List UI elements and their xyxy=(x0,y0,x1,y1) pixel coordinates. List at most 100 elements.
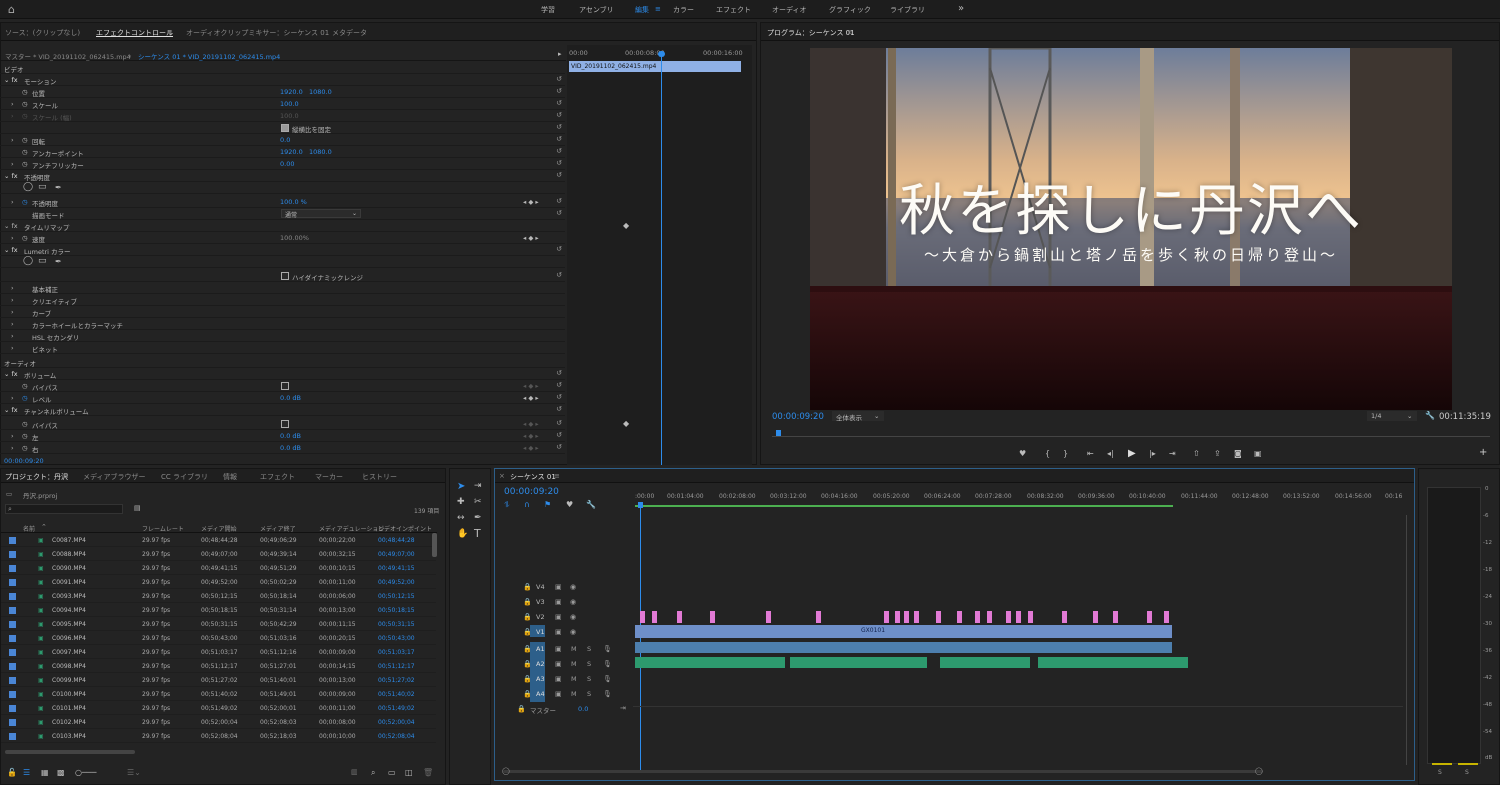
panel-menu-icon[interactable]: ≡ xyxy=(167,28,173,36)
more-workspaces-icon[interactable]: » xyxy=(958,3,964,14)
tab-markers[interactable]: マーカー xyxy=(315,472,343,482)
lumetri-section[interactable]: › カラーホイールとカラーマッチ xyxy=(0,318,565,330)
solo-right-button[interactable]: S xyxy=(1465,769,1469,776)
stopwatch-icon[interactable]: ◷ xyxy=(22,160,28,168)
lumetri-section[interactable]: › HSL セカンダリ xyxy=(0,330,565,342)
sync-lock-icon[interactable]: ▣ xyxy=(555,645,562,653)
freeform-view-icon[interactable]: ▩ xyxy=(57,768,65,777)
wrench-icon[interactable]: 🔧 xyxy=(1425,411,1435,420)
comparison-view-icon[interactable]: ▣ xyxy=(1254,449,1262,458)
cell-in-point[interactable]: 00;50;31;15 xyxy=(378,621,415,628)
close-icon[interactable]: × xyxy=(499,472,505,480)
pen-mask-icon[interactable]: ✒ xyxy=(55,183,62,192)
ripple-edit-tool-icon[interactable]: ✚ xyxy=(457,497,465,507)
reset-icon[interactable]: ↺ xyxy=(556,147,562,155)
reset-icon[interactable]: ↺ xyxy=(556,443,562,451)
tab-audio-clip-mixer[interactable]: オーディオクリップミキサー：シーケンス 01 xyxy=(186,28,329,38)
mute-button[interactable]: M xyxy=(571,690,577,698)
table-row[interactable]: ▣ C0103.MP4 29.97 fps 00;52;08;04 00;52;18;0… xyxy=(1,730,436,743)
reset-icon[interactable]: ↺ xyxy=(556,197,562,205)
cell-in-point[interactable]: 00;51;12;17 xyxy=(378,663,415,670)
sync-lock-icon[interactable]: ▣ xyxy=(555,675,562,683)
effect-lumetri[interactable]: ⌄ fx Lumetri カラー ↺ xyxy=(0,244,565,256)
param-opacity[interactable]: › ◷ 不透明度 100.0 % ◂ ◆ ▸ ↺ xyxy=(0,196,565,208)
program-title[interactable]: プログラム：シーケンス 01 xyxy=(767,28,855,38)
label-color-swatch[interactable] xyxy=(9,691,16,698)
sync-lock-icon[interactable]: ▣ xyxy=(555,598,562,606)
lock-icon[interactable]: 🔒 xyxy=(523,690,532,698)
graphic-clip[interactable] xyxy=(1147,611,1152,623)
param-bypass[interactable]: ◷ バイパス ◂ ◆ ▸ ↺ xyxy=(0,380,565,392)
graphic-clip[interactable] xyxy=(1164,611,1169,623)
new-item-icon[interactable]: ◫ xyxy=(405,768,413,777)
stopwatch-icon[interactable]: ◷ xyxy=(22,198,28,206)
cell-in-point[interactable]: 00;52;00;04 xyxy=(378,719,415,726)
tab-metadata[interactable]: メタデータ xyxy=(332,28,367,38)
reset-icon[interactable]: ↺ xyxy=(556,245,562,253)
reset-icon[interactable]: ↺ xyxy=(556,135,562,143)
graphic-clip[interactable] xyxy=(1062,611,1067,623)
graphic-clip[interactable] xyxy=(1016,611,1021,623)
table-row[interactable]: ▣ C0099.MP4 29.97 fps 00;51;27;02 00;51;40;0… xyxy=(1,674,436,687)
work-area-bar[interactable] xyxy=(635,505,1173,507)
play-icon[interactable]: ▶ xyxy=(1128,448,1136,459)
graphic-clip[interactable] xyxy=(640,611,645,623)
reset-icon[interactable]: ↺ xyxy=(556,87,562,95)
playhead[interactable] xyxy=(661,53,662,465)
sequence-clip-label[interactable]: シーケンス 01 * VID_20191102_062415.mp4 xyxy=(138,51,280,61)
cell-in-point[interactable]: 00;50;18;15 xyxy=(378,607,415,614)
timeline-current-time[interactable]: 00:00:09:20 xyxy=(504,487,559,497)
mic-icon[interactable]: 🎙 xyxy=(603,675,612,683)
param-speed[interactable]: › ◷ 速度 100.00% ◂ ◆ ▸ xyxy=(0,232,565,244)
track-select-tool-icon[interactable]: ⇥ xyxy=(474,481,482,491)
hdr-checkbox[interactable] xyxy=(281,272,289,280)
label-color-swatch[interactable] xyxy=(9,579,16,586)
uniform-scale-checkbox[interactable] xyxy=(281,124,289,132)
label-color-swatch[interactable] xyxy=(9,565,16,572)
workspace-tab-edit[interactable]: 編集 xyxy=(635,5,649,15)
export-frame-icon[interactable]: ◙ xyxy=(1234,449,1242,458)
slip-tool-icon[interactable]: ↔ xyxy=(457,513,465,523)
param-hdr[interactable]: ハイダイナミックレンジ ↺ xyxy=(0,270,565,282)
mini-timeline[interactable]: 00:00 00:00:08:00 00:00:16:00 VID_201911… xyxy=(567,45,752,465)
lumetri-section[interactable]: › カーブ xyxy=(0,306,565,318)
sync-lock-icon[interactable]: ▣ xyxy=(555,690,562,698)
effect-time-remap[interactable]: ⌄ fx タイムリマップ xyxy=(0,220,565,232)
rectangle-mask-icon[interactable]: ▭ xyxy=(38,256,47,266)
list-view-icon[interactable]: ☰ xyxy=(23,768,30,777)
tab-effects[interactable]: エフェクト xyxy=(260,472,295,482)
reset-icon[interactable]: ↺ xyxy=(556,123,562,131)
workspace-tab-learn[interactable]: 学習 xyxy=(541,5,555,15)
label-color-swatch[interactable] xyxy=(9,733,16,740)
cell-in-point[interactable]: 00;49;07;00 xyxy=(378,551,415,558)
mic-icon[interactable]: 🎙 xyxy=(603,645,612,653)
anchor-x-value[interactable]: 1920.0 xyxy=(280,148,303,156)
label-color-swatch[interactable] xyxy=(9,593,16,600)
track-label-a2[interactable]: A2 xyxy=(536,660,545,668)
reset-icon[interactable]: ↺ xyxy=(556,405,562,413)
linked-selection-icon[interactable]: ⚑ xyxy=(544,500,551,509)
panel-menu-icon[interactable]: ≡ xyxy=(847,28,853,36)
audio-clip-a2[interactable] xyxy=(1038,657,1188,668)
stopwatch-icon[interactable]: ◷ xyxy=(22,88,28,96)
extract-icon[interactable]: ⇪ xyxy=(1214,449,1221,458)
reset-icon[interactable]: ↺ xyxy=(556,99,562,107)
graphic-clip[interactable] xyxy=(677,611,682,623)
solo-button[interactable]: S xyxy=(587,690,591,698)
rotation-value[interactable]: 0.0 xyxy=(280,136,290,144)
label-color-swatch[interactable] xyxy=(9,705,16,712)
param-right[interactable]: › ◷ 右 0.0 dB ◂ ◆ ▸ ↺ xyxy=(0,442,565,454)
label-color-swatch[interactable] xyxy=(9,649,16,656)
position-y-value[interactable]: 1080.0 xyxy=(309,88,332,96)
eye-icon[interactable]: ◉ xyxy=(570,598,576,606)
graphic-clip[interactable] xyxy=(975,611,980,623)
pen-mask-icon[interactable]: ✒ xyxy=(55,257,62,266)
tab-source[interactable]: ソース：(クリップなし) xyxy=(5,28,80,38)
table-row[interactable]: ▣ C0098.MP4 29.97 fps 00;51;12;17 00;51;27;0… xyxy=(1,660,436,673)
solo-left-button[interactable]: S xyxy=(1438,769,1442,776)
cell-in-point[interactable]: 00;51;27;02 xyxy=(378,677,415,684)
marker-icon[interactable]: ♥ xyxy=(1019,449,1026,458)
opacity-value[interactable]: 100.0 % xyxy=(280,198,307,206)
cell-in-point[interactable]: 00;51;40;02 xyxy=(378,691,415,698)
solo-button[interactable]: S xyxy=(587,675,591,683)
